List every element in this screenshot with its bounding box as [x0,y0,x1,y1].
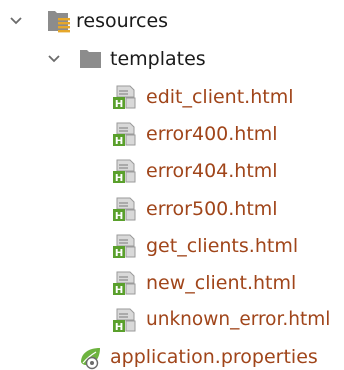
html-file-icon: H [112,158,138,184]
tree-file-new-client[interactable]: H new_client.html [0,266,344,300]
spring-properties-icon [78,344,104,370]
tree-node-resources[interactable]: resources [0,4,344,38]
tree-file-label: edit_client.html [146,86,294,108]
folder-icon [78,46,104,72]
project-tree: resources templates H edit_client.html H… [0,0,344,370]
tree-file-error404[interactable]: H error404.html [0,154,344,188]
html-file-icon: H [112,270,138,296]
svg-text:H: H [115,136,123,147]
tree-file-label: error400.html [146,123,278,145]
html-file-icon: H [112,233,138,259]
tree-file-error500[interactable]: H error500.html [0,192,344,226]
tree-node-label: resources [76,10,169,32]
tree-file-label: unknown_error.html [146,309,331,330]
svg-text:H: H [115,248,123,259]
resources-folder-icon [46,8,72,34]
html-file-icon: H [112,84,138,110]
chevron-down-icon[interactable] [44,49,64,69]
tree-file-label: get_clients.html [146,235,299,257]
svg-text:H: H [115,99,123,110]
svg-text:H: H [115,173,123,184]
tree-file-error400[interactable]: H error400.html [0,117,344,151]
tree-file-application-properties[interactable]: application.properties [0,340,344,370]
tree-node-templates[interactable]: templates [0,42,344,76]
tree-file-label: error500.html [146,198,278,220]
chevron-down-icon[interactable] [6,11,26,31]
tree-file-unknown-error[interactable]: H unknown_error.html [0,303,344,337]
tree-file-label: error404.html [146,160,278,182]
tree-file-label: new_client.html [146,272,297,294]
svg-text:H: H [115,322,123,333]
svg-text:H: H [115,285,123,296]
tree-file-edit-client[interactable]: H edit_client.html [0,80,344,114]
html-file-icon: H [112,196,138,222]
html-file-icon: H [112,121,138,147]
tree-node-label: templates [110,48,206,70]
tree-file-get-clients[interactable]: H get_clients.html [0,229,344,263]
svg-text:H: H [115,211,123,222]
html-file-icon: H [112,307,138,333]
tree-file-label: application.properties [110,346,318,368]
